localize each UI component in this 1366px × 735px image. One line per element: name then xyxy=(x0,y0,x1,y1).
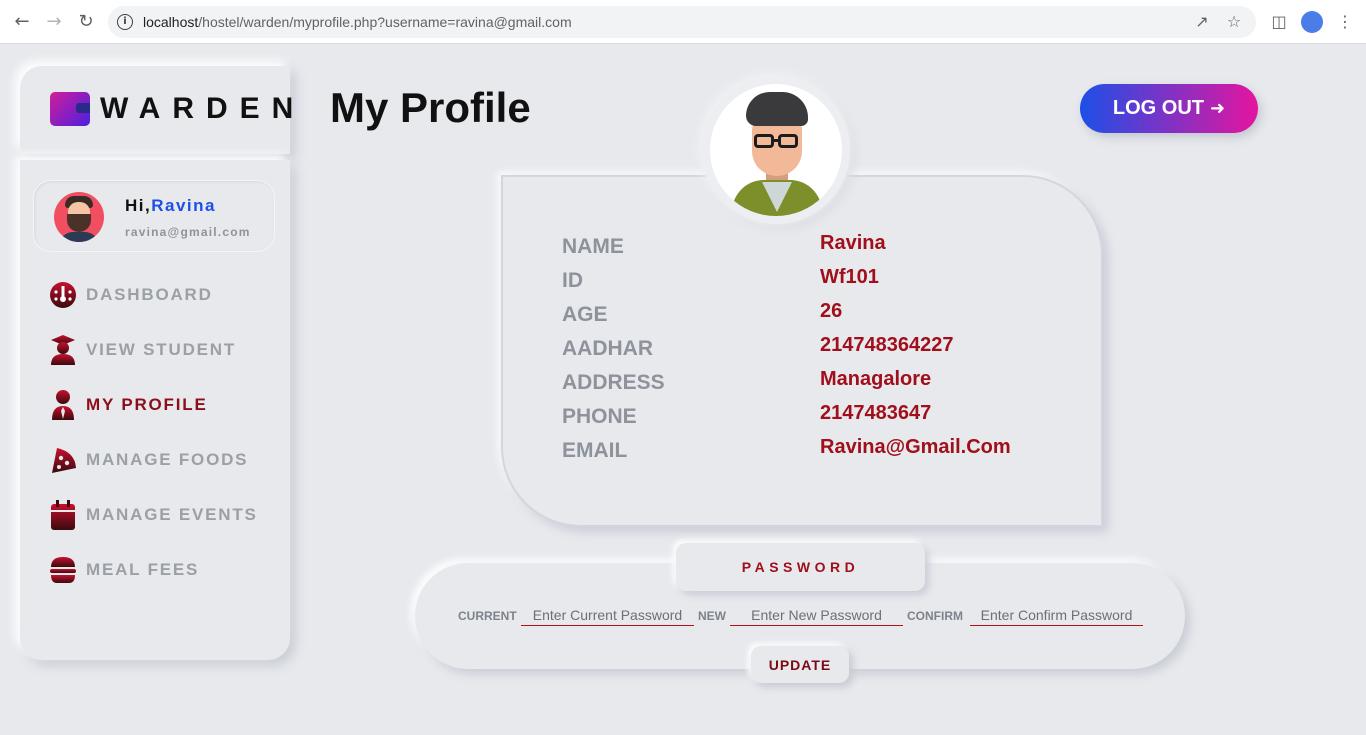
sign-out-icon: ➜ xyxy=(1210,98,1226,119)
sidebar-item-meal-fees[interactable]: MEAL FEES xyxy=(48,555,199,585)
profile-avatar xyxy=(702,76,850,224)
sidebar-label-meal-fees: MEAL FEES xyxy=(86,560,200,579)
url-host: localhost xyxy=(143,14,199,30)
field-value-name: Ravina xyxy=(820,232,886,254)
field-label-email: EMAIL xyxy=(562,439,628,462)
side-panel-icon[interactable]: ◫ xyxy=(1268,11,1290,33)
sidebar: Hi,Ravina ravina@gmail.com DASHBOARD VIE… xyxy=(20,160,290,660)
sidebar-item-my-profile[interactable]: MY PROFILE xyxy=(48,390,208,420)
reload-icon[interactable]: ↻ xyxy=(74,10,98,34)
browser-profile-icon[interactable] xyxy=(1301,11,1323,33)
sidebar-label-my-profile: MY PROFILE xyxy=(86,395,208,414)
pizza-icon xyxy=(48,446,78,474)
page-title: My Profile xyxy=(330,84,531,131)
profile-avatar-image xyxy=(710,84,842,216)
user-card: Hi,Ravina ravina@gmail.com xyxy=(33,180,275,252)
address-bar[interactable]: i localhost/hostel/warden/myprofile.php?… xyxy=(108,6,1256,38)
update-button[interactable]: UPDATE xyxy=(751,646,849,683)
brand-logo-box: WARDEN xyxy=(20,66,293,154)
field-label-name: NAME xyxy=(562,235,624,258)
brand-name: WARDEN xyxy=(100,92,306,125)
menu-kebab-icon[interactable]: ⋮ xyxy=(1334,11,1356,33)
logout-button[interactable]: LOG OUT ➜ xyxy=(1080,84,1258,133)
user-email: ravina@gmail.com xyxy=(125,225,251,239)
user-avatar xyxy=(54,192,104,242)
field-value-aadhar: 214748364227 xyxy=(820,334,954,356)
field-label-phone: PHONE xyxy=(562,405,637,428)
new-password-input[interactable] xyxy=(730,604,903,626)
sidebar-item-view-student[interactable]: VIEW STUDENT xyxy=(48,335,236,365)
share-icon[interactable]: ↗ xyxy=(1191,11,1213,33)
user-tie-icon xyxy=(48,390,78,420)
browser-toolbar: ← → ↻ i localhost/hostel/warden/myprofil… xyxy=(0,0,1366,44)
current-password-input[interactable] xyxy=(521,604,694,626)
field-value-phone: 2147483647 xyxy=(820,402,932,424)
sidebar-item-dashboard[interactable]: DASHBOARD xyxy=(48,280,213,310)
greeting-text: Hi, xyxy=(125,196,152,215)
field-label-age: AGE xyxy=(562,303,608,326)
hamburger-icon xyxy=(48,556,78,584)
field-label-id: ID xyxy=(562,269,583,292)
field-value-age: 26 xyxy=(820,300,843,322)
logout-label: LOG OUT xyxy=(1112,97,1204,119)
confirm-password-label: CONFIRM xyxy=(907,609,963,623)
confirm-password-input[interactable] xyxy=(970,604,1143,626)
sidebar-item-manage-foods[interactable]: MANAGE FOODS xyxy=(48,445,248,475)
forward-arrow-icon[interactable]: → xyxy=(42,10,66,34)
field-value-address: Managalore xyxy=(820,368,932,390)
dashboard-gauge-icon xyxy=(48,281,78,309)
password-section-title: PASSWORD xyxy=(676,543,925,591)
user-name: Ravina xyxy=(151,196,216,215)
wallet-logo-icon xyxy=(50,92,90,126)
bookmark-star-icon[interactable]: ☆ xyxy=(1223,11,1245,33)
current-password-label: CURRENT xyxy=(458,609,517,623)
sidebar-label-view-student: VIEW STUDENT xyxy=(86,340,237,359)
new-password-label: NEW xyxy=(698,609,726,623)
site-info-icon[interactable]: i xyxy=(117,14,133,30)
back-arrow-icon[interactable]: ← xyxy=(10,10,34,34)
field-label-aadhar: AADHAR xyxy=(562,337,653,360)
url-path: /hostel/warden/myprofile.php?username=ra… xyxy=(198,14,572,30)
field-value-id: Wf101 xyxy=(820,266,879,288)
sidebar-label-manage-events: MANAGE EVENTS xyxy=(86,505,258,524)
field-value-email: Ravina@Gmail.Com xyxy=(820,436,1011,458)
sidebar-label-dashboard: DASHBOARD xyxy=(86,285,213,304)
calendar-icon xyxy=(48,500,78,530)
user-greeting: Hi,Ravina xyxy=(125,196,216,216)
url-text[interactable]: localhost/hostel/warden/myprofile.php?us… xyxy=(143,14,572,30)
field-label-address: ADDRESS xyxy=(562,371,665,394)
sidebar-label-manage-foods: MANAGE FOODS xyxy=(86,450,249,469)
sidebar-item-manage-events[interactable]: MANAGE EVENTS xyxy=(48,500,258,530)
graduate-icon xyxy=(48,335,78,365)
